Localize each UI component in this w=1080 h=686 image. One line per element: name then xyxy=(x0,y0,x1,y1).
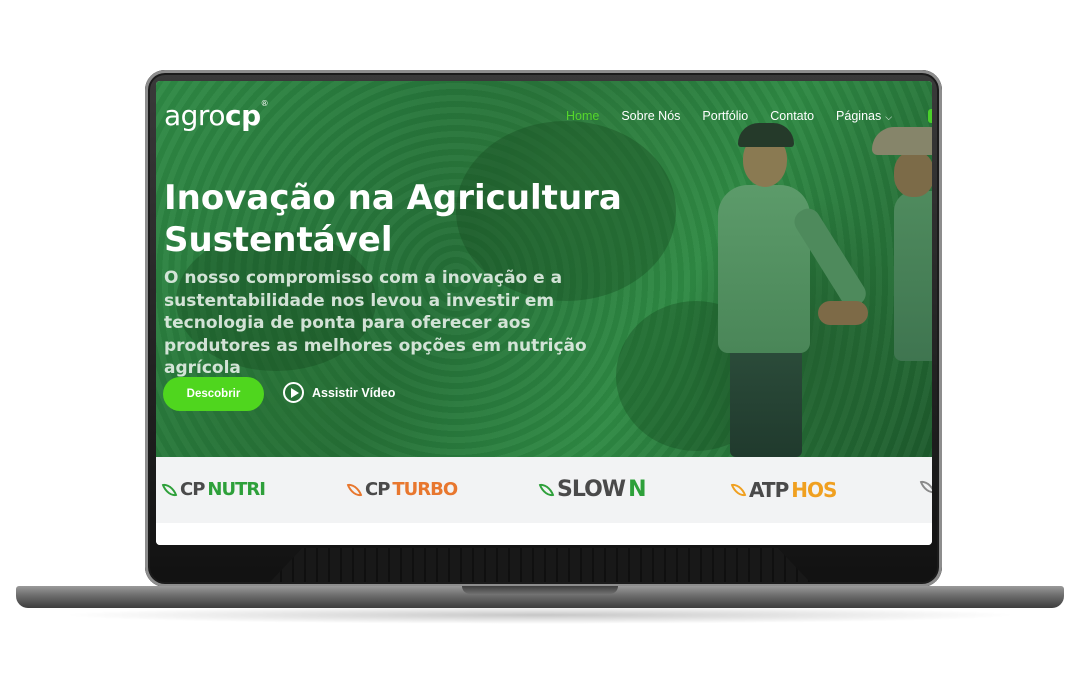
screen-bottom-area xyxy=(156,523,932,545)
hero-section: agrocp® Home Sobre Nós Portfólio Contato… xyxy=(156,81,932,457)
leaf-icon xyxy=(730,480,747,500)
nav-cta-edge[interactable] xyxy=(928,109,932,123)
play-circle-icon xyxy=(283,382,304,403)
laptop-notch xyxy=(462,586,618,594)
keyboard-reflection xyxy=(270,548,810,582)
brand-atphos-logo[interactable]: ATP HOS xyxy=(730,479,837,501)
chevron-down-icon: ⌵ xyxy=(885,112,893,122)
laptop-screen: agrocp® Home Sobre Nós Portfólio Contato… xyxy=(156,81,932,545)
leaf-icon xyxy=(161,480,178,500)
nav-paginas[interactable]: Páginas ⌵ xyxy=(836,109,892,123)
leaf-icon xyxy=(346,480,363,500)
nav-contato[interactable]: Contato xyxy=(770,109,814,123)
leaf-icon xyxy=(538,480,555,500)
leaf-icon xyxy=(919,477,932,497)
agrocp-logo[interactable]: agrocp® xyxy=(164,99,269,132)
brand-partial-logo[interactable] xyxy=(919,477,932,497)
laptop-shadow xyxy=(60,606,1020,624)
brand-slown-logo[interactable]: SLOW N xyxy=(538,479,647,501)
brand-logos-strip: CP NUTRI CP TURBO SLOW N ATP HOS xyxy=(156,457,932,523)
main-menu: Home Sobre Nós Portfólio Contato Páginas… xyxy=(566,109,892,123)
brand-cpturbo-logo[interactable]: CP TURBO xyxy=(346,479,458,501)
nav-sobre-nos[interactable]: Sobre Nós xyxy=(621,109,680,123)
hero-description: O nosso compromisso com a inovação e a s… xyxy=(164,268,587,378)
hero-title: Inovação na Agricultura Sustentável xyxy=(164,178,622,260)
nav-home[interactable]: Home xyxy=(566,109,599,123)
top-navigation: agrocp® Home Sobre Nós Portfólio Contato… xyxy=(156,81,932,151)
watch-video-link[interactable]: Assistir Vídeo xyxy=(283,382,395,403)
watch-video-label: Assistir Vídeo xyxy=(312,385,396,400)
nav-paginas-label: Páginas xyxy=(836,109,882,123)
discover-button[interactable]: Descobrir xyxy=(163,377,264,411)
nav-portfolio[interactable]: Portfólio xyxy=(702,109,748,123)
brand-cpnutri-logo[interactable]: CP NUTRI xyxy=(161,479,266,501)
